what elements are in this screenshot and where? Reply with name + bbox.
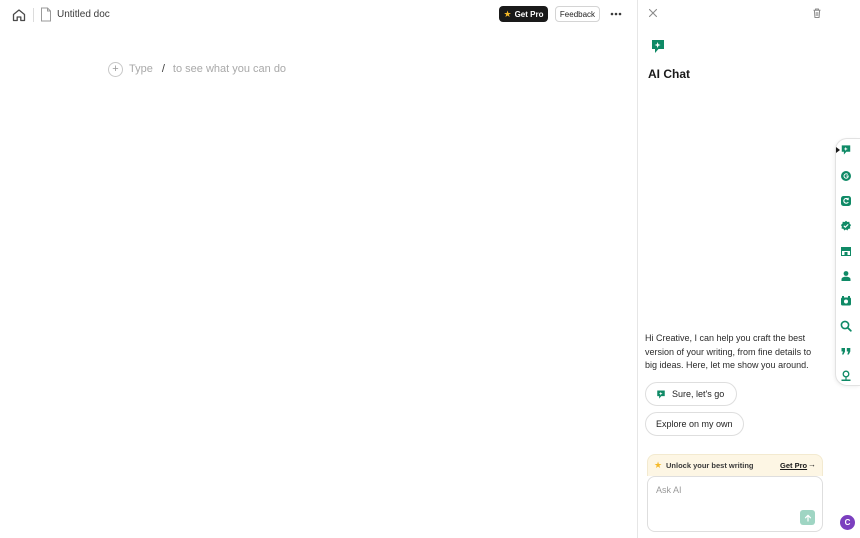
star-icon: ★	[503, 8, 512, 19]
send-button[interactable]	[800, 510, 815, 525]
lets-go-label: Sure, let's go	[672, 389, 725, 399]
document-icon	[40, 7, 52, 22]
rail-check-button[interactable]	[840, 219, 852, 231]
rail-detector-button[interactable]	[840, 294, 852, 306]
rail-citation-button[interactable]	[840, 344, 852, 356]
rail-grammar-button[interactable]	[840, 169, 852, 181]
ai-chat-icon	[841, 145, 851, 155]
translate-icon	[841, 247, 851, 256]
expert-icon	[841, 370, 851, 381]
rail-plagiarism-button[interactable]	[840, 319, 852, 332]
citation-icon	[841, 348, 851, 355]
editor-area[interactable]: Untitled doc ★ Get Pro Feedback + Type /…	[0, 0, 637, 538]
add-block-button[interactable]: +	[108, 61, 123, 77]
detector-icon	[841, 296, 851, 306]
explore-own-label: Explore on my own	[656, 419, 733, 429]
unlock-text: Unlock your best writing	[666, 461, 754, 470]
rail-expert-button[interactable]	[840, 369, 852, 381]
more-button[interactable]	[608, 7, 624, 21]
star-icon: ★	[654, 460, 663, 470]
assistant-intro-message: Hi Creative, I can help you craft the be…	[645, 333, 812, 370]
explore-own-button[interactable]: Explore on my own	[645, 412, 744, 436]
ai-chat-logo-icon	[650, 38, 666, 55]
doc-title[interactable]: Untitled doc	[57, 8, 110, 22]
get-pro-label: Get Pro	[514, 9, 544, 19]
home-icon	[12, 9, 26, 22]
rail-ai-chat-button[interactable]	[840, 143, 852, 155]
rail-translate-button[interactable]	[840, 244, 852, 256]
ai-chat-panel: AI Chat Hi Creative, I can help you craf…	[637, 0, 831, 538]
unlock-banner: ★ Unlock your best writing Get Pro →	[647, 454, 823, 476]
check-icon	[840, 220, 852, 231]
placeholder-hint: to see what you can do	[172, 63, 287, 75]
trash-icon	[813, 8, 821, 18]
close-panel-button[interactable]	[647, 6, 659, 18]
paraphrase-icon	[841, 196, 851, 206]
lets-go-button[interactable]: Sure, let's go	[645, 382, 737, 406]
rail-humanize-button[interactable]	[840, 269, 852, 281]
ai-chat-icon	[657, 389, 665, 399]
editor-topbar: Untitled doc ★ Get Pro Feedback	[0, 0, 637, 30]
get-pro-button[interactable]: ★ Get Pro	[499, 6, 548, 22]
clear-chat-button[interactable]	[811, 6, 823, 18]
placeholder-type: Type	[129, 63, 153, 75]
plagiarism-icon	[840, 320, 852, 332]
ask-ai-input[interactable]	[656, 485, 796, 495]
feedback-button[interactable]: Feedback	[555, 6, 600, 22]
rail-paraphrase-button[interactable]	[840, 194, 852, 206]
home-button[interactable]	[11, 7, 27, 23]
placeholder-slash: /	[161, 63, 165, 75]
ask-ai-box[interactable]	[647, 476, 823, 532]
humanize-icon	[841, 271, 851, 281]
tools-rail: C	[831, 0, 860, 538]
plus-icon: +	[112, 62, 119, 75]
divider	[33, 8, 34, 22]
avatar[interactable]: C	[840, 515, 855, 530]
arrow-right-icon: →	[808, 460, 816, 469]
editor-prompt[interactable]: + Type / to see what you can do	[108, 61, 286, 77]
more-icon	[610, 12, 622, 16]
arrow-up-icon	[804, 514, 811, 522]
panel-title: AI Chat	[648, 67, 690, 81]
get-pro-link[interactable]: Get Pro	[780, 461, 807, 470]
grammar-icon	[841, 171, 851, 181]
close-icon	[648, 8, 658, 18]
